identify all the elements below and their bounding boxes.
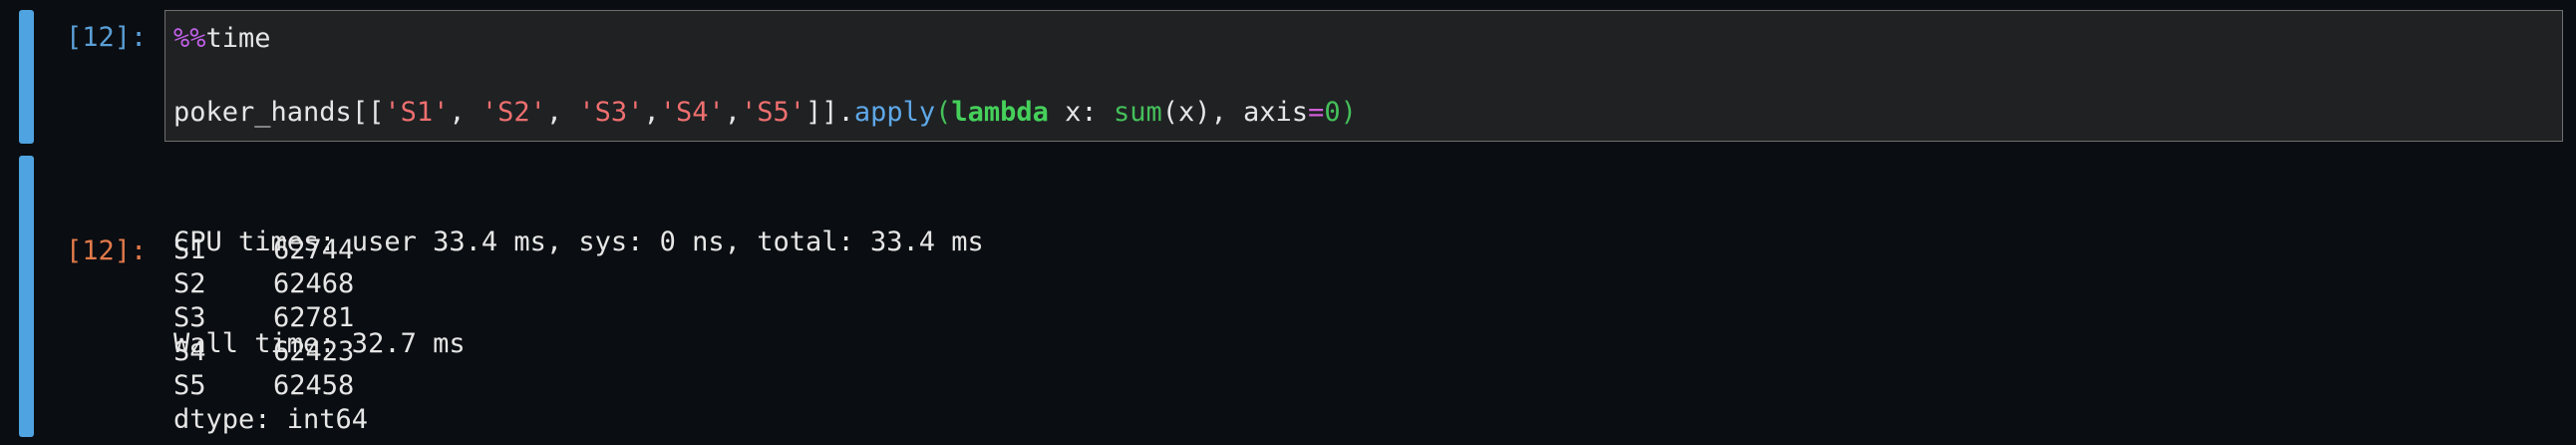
code-sep: , [643,97,660,128]
code-operator: = [1308,97,1325,128]
output-collapse-bar[interactable] [19,156,34,437]
code-string-s1: 'S1' [384,97,450,128]
output-prompt: [12]: [66,235,148,266]
magic-name: time [205,23,271,54]
series-value: 62423 [273,336,355,367]
series-row: S1 62744 [173,233,368,267]
code-sep: , [449,97,482,128]
series-value: 62468 [273,268,355,299]
code-sep: , [545,97,579,128]
cell-selection-bar[interactable] [19,10,34,144]
code-string-s5: 'S5' [741,97,806,128]
input-prompt: [12]: [66,22,148,53]
code-string-s2: 'S2' [481,97,546,128]
series-row: S3 62781 [173,301,368,335]
code-string-s3: 'S3' [578,97,644,128]
code-number: 0 [1324,97,1341,128]
series-label: S4 [173,336,206,367]
code-sep: , [724,97,742,128]
series-label: S3 [173,302,206,333]
series-output: S1 62744 S2 62468 S3 62781 S4 62423 S5 62458 … [173,233,368,437]
code-call: (x), axis [1161,97,1309,128]
code-bracket-close: ]]. [805,97,854,128]
series-label: S5 [173,370,206,401]
output-cell[interactable]: CPU times: user 33.4 ms, sys: 0 ns, tota… [0,156,2576,437]
code-line-magic: %%time [173,23,271,55]
series-value: 62744 [273,234,355,265]
code-bracket-open: [[ [351,97,385,128]
code-arg: x: [1048,97,1114,128]
code-builtin: sum [1113,97,1162,128]
series-row: S2 62468 [173,267,368,301]
series-label: S1 [173,234,206,265]
series-row: S5 62458 [173,369,368,403]
code-editor[interactable]: %%time poker_hands[['S1', 'S2', 'S3','S4… [164,10,2563,142]
code-method: apply [853,97,936,128]
series-label: S2 [173,268,206,299]
code-string-s4: 'S4' [659,97,725,128]
code-object: poker_hands [173,97,352,128]
code-paren-close: ) [1340,97,1357,128]
code-line-apply: poker_hands[['S1', 'S2', 'S3','S4','S5']… [173,97,1357,129]
series-value: 62458 [273,370,355,401]
code-paren-open: ( [935,97,952,128]
series-value: 62781 [273,302,355,333]
series-row: S4 62423 [173,335,368,369]
dtype-line: dtype: int64 [173,404,369,435]
magic-token: %% [173,23,206,54]
input-cell[interactable]: [12]: %%time poker_hands[['S1', 'S2', 'S… [0,10,2576,144]
code-keyword: lambda [951,97,1049,128]
